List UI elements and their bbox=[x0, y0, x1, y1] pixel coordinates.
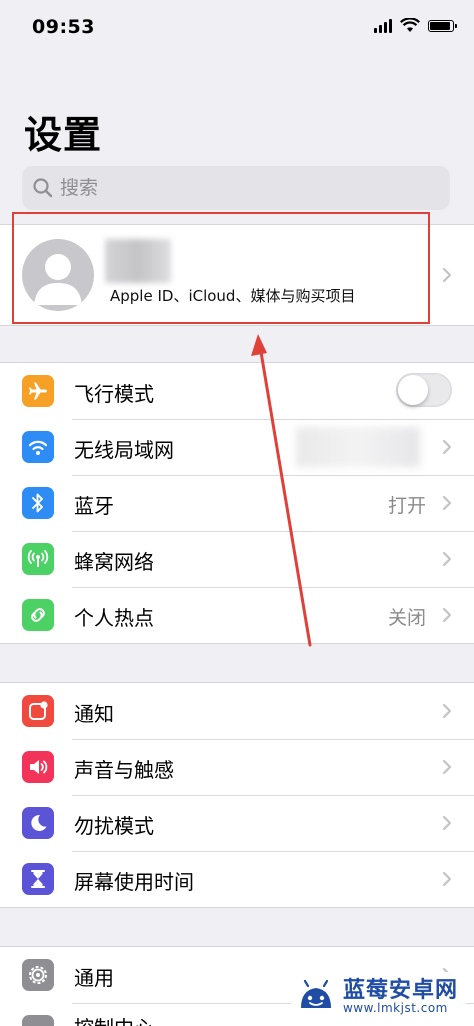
chevron-right-icon bbox=[442, 439, 452, 455]
row-screen-time[interactable]: 屏幕使用时间 bbox=[0, 851, 474, 907]
row-label: 通知 bbox=[74, 702, 114, 726]
chevron-right-icon bbox=[442, 607, 452, 623]
hourglass-icon bbox=[22, 863, 54, 895]
sound-icon bbox=[22, 751, 54, 783]
connectivity-group: 飞行模式 无线局域网 蓝牙 打开 蜂窝网络 个人热点 关闭 bbox=[0, 362, 474, 644]
cellular-icon bbox=[22, 543, 54, 575]
search-input[interactable] bbox=[58, 176, 432, 200]
row-label: 个人热点 bbox=[74, 606, 154, 630]
row-label: 蓝牙 bbox=[74, 494, 114, 518]
gear-icon bbox=[22, 959, 54, 991]
page-title: 设置 bbox=[24, 113, 103, 157]
status-icons bbox=[374, 18, 457, 33]
search-bar[interactable] bbox=[22, 166, 450, 210]
notification-icon bbox=[22, 695, 54, 727]
row-label: 飞行模式 bbox=[74, 382, 154, 406]
row-bluetooth[interactable]: 蓝牙 打开 bbox=[0, 475, 474, 531]
profile-subtitle: Apple ID、iCloud、媒体与购买项目 bbox=[110, 287, 356, 305]
row-value: 关闭 bbox=[387, 607, 426, 629]
chevron-right-icon bbox=[442, 759, 452, 775]
control-center-icon bbox=[22, 1015, 54, 1026]
chevron-right-icon bbox=[442, 815, 452, 831]
search-icon bbox=[33, 178, 53, 198]
battery-icon bbox=[428, 19, 457, 32]
watermark: 蓝莓安卓网 www.lmkjst.com bbox=[290, 972, 466, 1022]
chevron-right-icon bbox=[442, 871, 452, 887]
row-label: 声音与触感 bbox=[74, 758, 174, 782]
row-label: 无线局域网 bbox=[74, 438, 174, 462]
row-label-control-center: 控制中心 bbox=[74, 1012, 154, 1026]
bluetooth-icon bbox=[22, 487, 54, 519]
row-label: 勿扰模式 bbox=[74, 814, 154, 838]
blurred-account-name bbox=[105, 239, 171, 283]
row-label: 屏幕使用时间 bbox=[74, 870, 194, 894]
row-cellular[interactable]: 蜂窝网络 bbox=[0, 531, 474, 587]
watermark-logo-icon bbox=[300, 979, 331, 1008]
settings-screen: 09:53 设置 搜索 Apple ID、iCloud、媒体与购买项目 飞行模式… bbox=[0, 0, 474, 1026]
signal-icon bbox=[374, 18, 392, 33]
row-airplane-mode[interactable]: 飞行模式 bbox=[0, 363, 474, 419]
airplane-icon bbox=[22, 375, 54, 407]
status-bar: 09:53 bbox=[0, 0, 474, 56]
chevron-right-icon bbox=[442, 551, 452, 567]
watermark-title: 蓝莓安卓网 bbox=[342, 978, 458, 1004]
row-sounds-haptics[interactable]: 声音与触感 bbox=[0, 739, 474, 795]
status-time: 09:53 bbox=[32, 16, 95, 38]
avatar bbox=[22, 239, 94, 311]
row-do-not-disturb[interactable]: 勿扰模式 bbox=[0, 795, 474, 851]
row-personal-hotspot[interactable]: 个人热点 关闭 bbox=[0, 587, 474, 643]
chevron-right-icon bbox=[442, 267, 452, 283]
chevron-right-icon bbox=[442, 495, 452, 511]
hotspot-icon bbox=[22, 599, 54, 631]
notifications-group: 通知 声音与触感 勿扰模式 屏幕使用时间 bbox=[0, 682, 474, 908]
wifi-status-icon bbox=[400, 18, 420, 32]
blurred-wifi-name bbox=[296, 427, 420, 467]
row-label: 蜂窝网络 bbox=[74, 550, 154, 574]
watermark-url: www.lmkjst.com bbox=[342, 1001, 448, 1016]
chevron-right-icon bbox=[442, 703, 452, 719]
row-value: 打开 bbox=[387, 495, 426, 517]
row-notifications[interactable]: 通知 bbox=[0, 683, 474, 739]
apple-id-profile-row[interactable]: Apple ID、iCloud、媒体与购买项目 bbox=[0, 224, 474, 326]
wifi-icon bbox=[22, 431, 54, 463]
row-label: 通用 bbox=[74, 966, 114, 990]
airplane-mode-toggle[interactable] bbox=[396, 373, 452, 407]
moon-icon bbox=[22, 807, 54, 839]
row-wifi[interactable]: 无线局域网 bbox=[0, 419, 474, 475]
